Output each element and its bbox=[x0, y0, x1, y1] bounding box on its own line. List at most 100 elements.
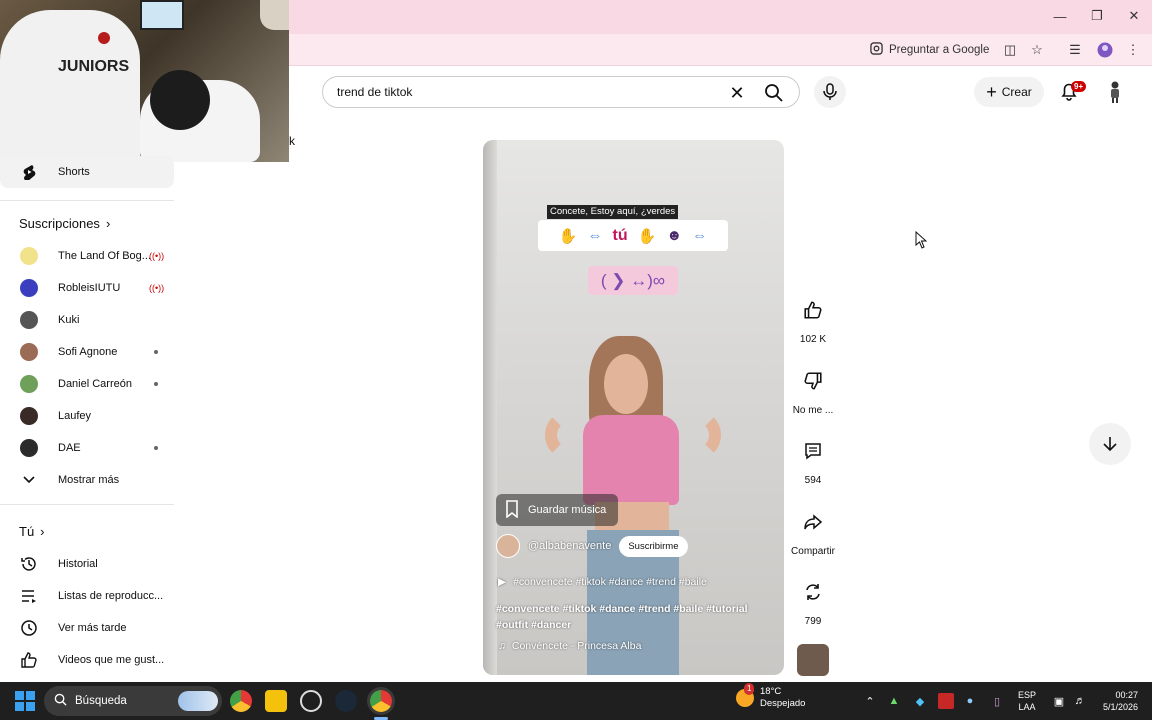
video-description[interactable]: #convencete #tiktok #dance #trend #baile… bbox=[496, 601, 771, 633]
install-app-icon[interactable]: ◫ bbox=[1001, 41, 1019, 59]
video-caption: Concete, Estoy aquí, ¿verdes bbox=[547, 205, 679, 219]
you-heading[interactable]: Tú › bbox=[19, 524, 45, 539]
remix-action[interactable]: 799 bbox=[788, 572, 838, 627]
sidebar-subscription-item[interactable]: Daniel Carreón bbox=[0, 368, 174, 400]
maximize-button[interactable]: ❐ bbox=[1083, 6, 1111, 26]
microphone-icon[interactable]: ▯ bbox=[989, 693, 1005, 709]
playlist-icon bbox=[19, 586, 39, 606]
weather-widget[interactable]: 1 18°C Despejado bbox=[736, 683, 805, 710]
share-icon[interactable] bbox=[793, 502, 833, 542]
show-more-button[interactable]: Mostrar más bbox=[0, 464, 174, 496]
taskbar-search[interactable]: Búsqueda bbox=[44, 686, 222, 716]
comments-action[interactable]: 594 bbox=[788, 431, 838, 486]
dislike-label: No me ... bbox=[792, 405, 834, 416]
channel-avatar[interactable] bbox=[496, 534, 520, 558]
remix-icon[interactable] bbox=[793, 572, 833, 612]
chrome-profile-icon[interactable] bbox=[370, 690, 392, 712]
girl-emoji-icon: ☻ bbox=[666, 227, 683, 244]
create-button[interactable]: + Crear bbox=[974, 77, 1044, 107]
short-video-player[interactable]: ✋ ⇔ tú ✋ ☻ ⇔ Concete, Estoy aquí, ¿verde… bbox=[483, 140, 784, 675]
profile-avatar-icon[interactable] bbox=[1096, 41, 1114, 59]
sidebar-subscription-item[interactable]: RobleisIUTU ((•)) bbox=[0, 272, 174, 304]
ask-google-button[interactable]: Preguntar a Google bbox=[870, 40, 989, 60]
sidebar-item-label: Historial bbox=[58, 558, 98, 570]
file-explorer-icon[interactable] bbox=[265, 690, 287, 712]
video-dancer-face bbox=[604, 354, 648, 414]
notifications-badge: 9+ bbox=[1071, 81, 1087, 92]
play-icon: ▶ bbox=[498, 576, 507, 588]
browser-menu-icon[interactable]: ⋮ bbox=[1124, 41, 1142, 59]
next-short-button[interactable] bbox=[1089, 423, 1131, 465]
tray-app-icon[interactable] bbox=[938, 693, 954, 709]
subscriptions-heading[interactable]: Suscripciones › bbox=[19, 216, 110, 231]
channel-name: Laufey bbox=[58, 410, 92, 422]
chevron-up-icon[interactable]: ⌃ bbox=[862, 693, 878, 709]
speaker-icon[interactable]: ♬ bbox=[1072, 693, 1088, 709]
voice-search-button[interactable] bbox=[814, 76, 846, 108]
search-input[interactable]: trend de tiktok ✕ bbox=[322, 76, 800, 108]
plus-icon: + bbox=[986, 82, 997, 102]
like-action[interactable]: 102 K bbox=[788, 290, 838, 345]
save-music-button[interactable]: Guardar música bbox=[496, 494, 618, 526]
comment-icon[interactable] bbox=[793, 431, 833, 471]
sidebar-item-liked-videos[interactable]: Videos que me gust... bbox=[0, 644, 174, 676]
minimize-button[interactable]: — bbox=[1046, 6, 1074, 26]
sidebar-item-label: Shorts bbox=[58, 166, 90, 178]
input-language[interactable]: ESP LAA bbox=[1018, 689, 1036, 713]
sidebar: Shorts Suscripciones › The Land Of Bog..… bbox=[0, 156, 184, 682]
clear-search-icon[interactable]: ✕ bbox=[725, 81, 749, 105]
tray-app-icon[interactable]: ◆ bbox=[912, 693, 928, 709]
sidebar-item-watch-later[interactable]: Ver más tarde bbox=[0, 612, 174, 644]
subscribe-button[interactable]: Suscribirme bbox=[619, 535, 688, 557]
sidebar-subscription-item[interactable]: Laufey bbox=[0, 400, 174, 432]
windows-start-icon[interactable] bbox=[15, 691, 35, 711]
channel-name-link[interactable]: @albabenavente bbox=[528, 540, 611, 552]
sidebar-item-history[interactable]: Historial bbox=[0, 548, 174, 580]
dislike-action[interactable]: No me ... bbox=[788, 361, 838, 416]
sidebar-subscription-item[interactable]: Sofi Agnone bbox=[0, 336, 174, 368]
chevron-right-icon: › bbox=[40, 524, 45, 539]
weather-temperature: 18°C bbox=[760, 686, 782, 697]
shirt-text: JUNIORS bbox=[58, 58, 130, 75]
media-controls-icon[interactable]: ☰ bbox=[1066, 41, 1084, 59]
sidebar-subscription-item[interactable]: The Land Of Bog... ((•)) bbox=[0, 240, 174, 272]
sidebar-item-shorts[interactable]: Shorts bbox=[0, 156, 174, 188]
taskbar-clock[interactable]: 00:27 5/1/2026 bbox=[1094, 689, 1138, 713]
keyboard-layout: LAA bbox=[1018, 702, 1036, 712]
weather-badge: 1 bbox=[744, 683, 755, 695]
create-label: Crear bbox=[1001, 85, 1032, 99]
show-more-label: Mostrar más bbox=[58, 474, 120, 486]
thumbs-down-icon[interactable] bbox=[793, 361, 833, 401]
obs-icon[interactable] bbox=[300, 690, 322, 712]
close-window-button[interactable]: ✕ bbox=[1120, 6, 1148, 26]
chevron-right-icon: › bbox=[105, 216, 111, 231]
share-action[interactable]: Compartir bbox=[788, 502, 838, 557]
new-content-dot bbox=[154, 446, 158, 450]
sound-thumbnail[interactable] bbox=[797, 644, 829, 676]
comments-count: 594 bbox=[804, 475, 822, 486]
sound-link[interactable]: ♫ Convéncete - Princesa Alba bbox=[498, 640, 641, 652]
playlist-link[interactable]: ▶ #convencete #tiktok #dance #trend #bai… bbox=[498, 576, 707, 588]
tray-app-icon[interactable]: ▲ bbox=[886, 693, 902, 709]
sidebar-subscription-item[interactable]: DAE bbox=[0, 432, 174, 464]
chrome-icon[interactable] bbox=[230, 690, 252, 712]
thumbs-up-icon[interactable] bbox=[793, 290, 833, 330]
channel-avatar bbox=[20, 407, 38, 425]
left-right-arrow-icon: ⇔ bbox=[692, 227, 708, 244]
taskbar-search-label: Búsqueda bbox=[75, 695, 127, 707]
search-icon[interactable] bbox=[763, 82, 785, 104]
subscriptions-heading-label: Suscripciones bbox=[19, 216, 100, 231]
clock-date: 5/1/2026 bbox=[1102, 702, 1138, 712]
network-icon[interactable]: ▣ bbox=[1051, 693, 1067, 709]
sidebar-item-playlists[interactable]: Listas de reproducc... bbox=[0, 580, 174, 612]
search-query[interactable]: trend de tiktok bbox=[337, 85, 412, 99]
steam-tray-icon[interactable]: ● bbox=[962, 693, 978, 709]
sidebar-item-label: Listas de reproducc... bbox=[58, 590, 164, 602]
account-avatar[interactable] bbox=[1106, 80, 1124, 104]
bookmark-star-icon[interactable]: ☆ bbox=[1028, 41, 1046, 59]
sidebar-subscription-item[interactable]: Kuki bbox=[0, 304, 174, 336]
video-dancer-top bbox=[583, 415, 679, 505]
chevron-down-icon bbox=[19, 470, 39, 490]
steam-icon[interactable] bbox=[335, 690, 357, 712]
save-music-label: Guardar música bbox=[528, 504, 607, 516]
